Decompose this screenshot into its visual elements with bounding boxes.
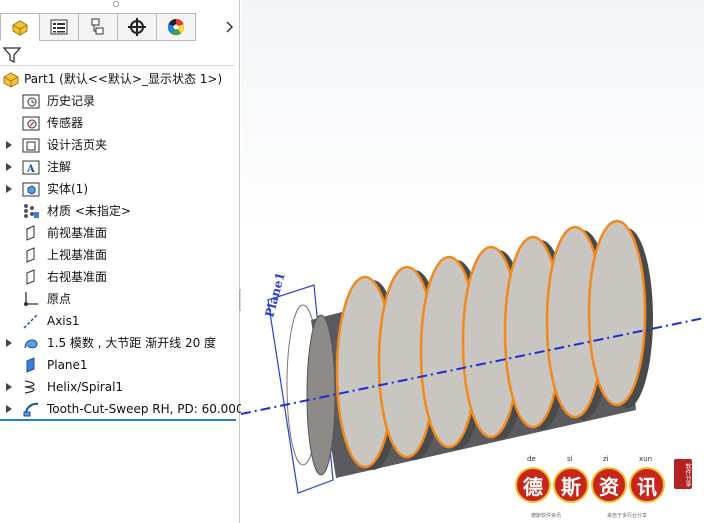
revolve-feature-icon — [24, 339, 38, 349]
tree-item-right-plane[interactable]: 右视基准面 — [0, 266, 240, 288]
expand-arrow-icon[interactable] — [5, 184, 13, 194]
tree-item-sensors[interactable]: 传感器 — [0, 112, 240, 134]
axis-icon — [23, 313, 39, 329]
tree-item-material[interactable]: 材质 <未指定> — [0, 200, 240, 222]
tree-root-label: Part1 (默认<<默认>_显示状态 1>) — [24, 72, 223, 86]
watermark-pinyin: zi — [603, 455, 609, 463]
tree-item-label: Helix/Spiral1 — [47, 380, 124, 394]
tree-item-axis1[interactable]: Axis1 — [0, 310, 240, 332]
expand-arrow-icon[interactable] — [5, 140, 13, 150]
gear-teeth — [335, 219, 653, 470]
watermark-pinyin: de — [527, 455, 536, 463]
property-list-icon — [50, 19, 68, 35]
tree-item-label: 传感器 — [47, 116, 84, 130]
tab-property-manager[interactable] — [39, 13, 79, 41]
tree-item-label: Tooth-Cut-Sweep RH, PD: 60.000 — [47, 402, 244, 416]
history-folder-icon — [22, 94, 40, 109]
tree-item-solid-bodies[interactable]: 实体(1) — [0, 178, 240, 200]
watermark-pinyin: si — [567, 455, 573, 463]
tab-feature-manager[interactable] — [0, 13, 40, 41]
svg-text:A: A — [26, 164, 35, 175]
helix-icon — [24, 380, 35, 394]
plane-icon — [26, 247, 35, 263]
design-binder-icon — [22, 138, 40, 153]
part-icon — [3, 72, 19, 88]
plane-icon — [26, 225, 35, 241]
tree-item-plane1[interactable]: Plane1 — [0, 354, 240, 376]
tree-item-label: 上视基准面 — [47, 248, 108, 262]
tree-item-front-plane[interactable]: 前视基准面 — [0, 222, 240, 244]
sweep-cut-icon — [23, 402, 39, 417]
tree-item-label: 右视基准面 — [47, 270, 108, 284]
watermark-footer-left: 德斯软件资讯 — [531, 513, 562, 519]
annotations-icon: A — [22, 160, 40, 175]
filter-funnel-icon[interactable] — [3, 46, 21, 64]
watermark-footer-right: 来自于多行业分享 — [607, 513, 648, 519]
tree-item-helix[interactable]: Helix/Spiral1 — [0, 376, 240, 398]
color-wheel-icon — [167, 18, 185, 36]
tree-item-label: 历史记录 — [47, 94, 96, 108]
tab-configuration-manager[interactable] — [78, 13, 118, 41]
tree-item-label: 设计活页夹 — [47, 138, 108, 152]
plane-icon — [26, 269, 35, 285]
expand-arrow-icon[interactable] — [5, 404, 13, 414]
tree-item-design-binder[interactable]: 设计活页夹 — [0, 134, 240, 156]
watermark-char: 讯 — [629, 467, 665, 503]
tree-item-label: 前视基准面 — [47, 226, 108, 240]
expand-arrow-icon[interactable] — [5, 162, 13, 172]
tree-item-label: 1.5 模数 , 大节距 渐开线 20 度 — [47, 336, 217, 350]
manager-tab-bar — [0, 13, 240, 43]
material-icon — [24, 204, 39, 218]
worm-gear-model[interactable]: Plane1 — [241, 0, 704, 523]
tree-item-label: 材质 <未指定> — [47, 204, 131, 218]
solid-bodies-icon — [22, 182, 40, 197]
expand-arrow-icon[interactable] — [5, 382, 13, 392]
tree-item-top-plane[interactable]: 上视基准面 — [0, 244, 240, 266]
watermark-char: 资 — [591, 467, 627, 503]
configuration-icon — [91, 18, 104, 35]
crosshair-icon — [128, 18, 146, 36]
tree-item-module-revolve[interactable]: 1.5 模数 , 大节距 渐开线 20 度 — [0, 332, 240, 354]
panel-grip-handle[interactable] — [113, 1, 119, 7]
watermark-seal: 软件分享 — [674, 459, 692, 489]
tree-item-label: 原点 — [47, 292, 72, 306]
origin-icon — [24, 292, 38, 306]
part-tree-icon — [12, 20, 28, 36]
chevron-right-icon — [226, 21, 233, 33]
sensor-folder-icon — [22, 116, 40, 131]
watermark-pinyin: xun — [639, 455, 653, 463]
tree-item-label: 注解 — [47, 160, 72, 174]
tree-item-history[interactable]: 历史记录 — [0, 90, 240, 112]
watermark-logo: de si zi xun 德 斯 资 讯 软件分享 德斯软件资讯 来自于多行业分… — [511, 455, 704, 523]
tree-item-label: 实体(1) — [47, 182, 88, 196]
graphics-viewport[interactable]: Plane1 — [241, 0, 704, 523]
tree-item-tooth-cut-sweep[interactable]: Tooth-Cut-Sweep RH, PD: 60.000 — [0, 398, 244, 420]
tab-scroll-right-button[interactable] — [220, 17, 238, 37]
rollback-bar[interactable] — [0, 419, 236, 421]
tree-item-label: Plane1 — [47, 358, 88, 372]
tree-item-origin[interactable]: 原点 — [0, 288, 240, 310]
watermark-char: 德 — [515, 467, 551, 503]
tab-dimxpert-manager[interactable] — [117, 13, 157, 41]
plane-icon-blue — [26, 357, 35, 373]
watermark-char: 斯 — [553, 467, 589, 503]
tree-filter-bar[interactable] — [0, 43, 234, 66]
tree-item-label: Axis1 — [47, 314, 80, 328]
expand-arrow-icon[interactable] — [5, 338, 13, 348]
tree-root-part1[interactable]: Part1 (默认<<默认>_显示状态 1>) — [0, 68, 240, 90]
tab-display-manager[interactable] — [156, 13, 196, 41]
feature-manager-panel: Part1 (默认<<默认>_显示状态 1>) 历史记录 传感器 设计活页夹 A… — [0, 0, 244, 523]
tree-item-annotations[interactable]: A 注解 — [0, 156, 240, 178]
